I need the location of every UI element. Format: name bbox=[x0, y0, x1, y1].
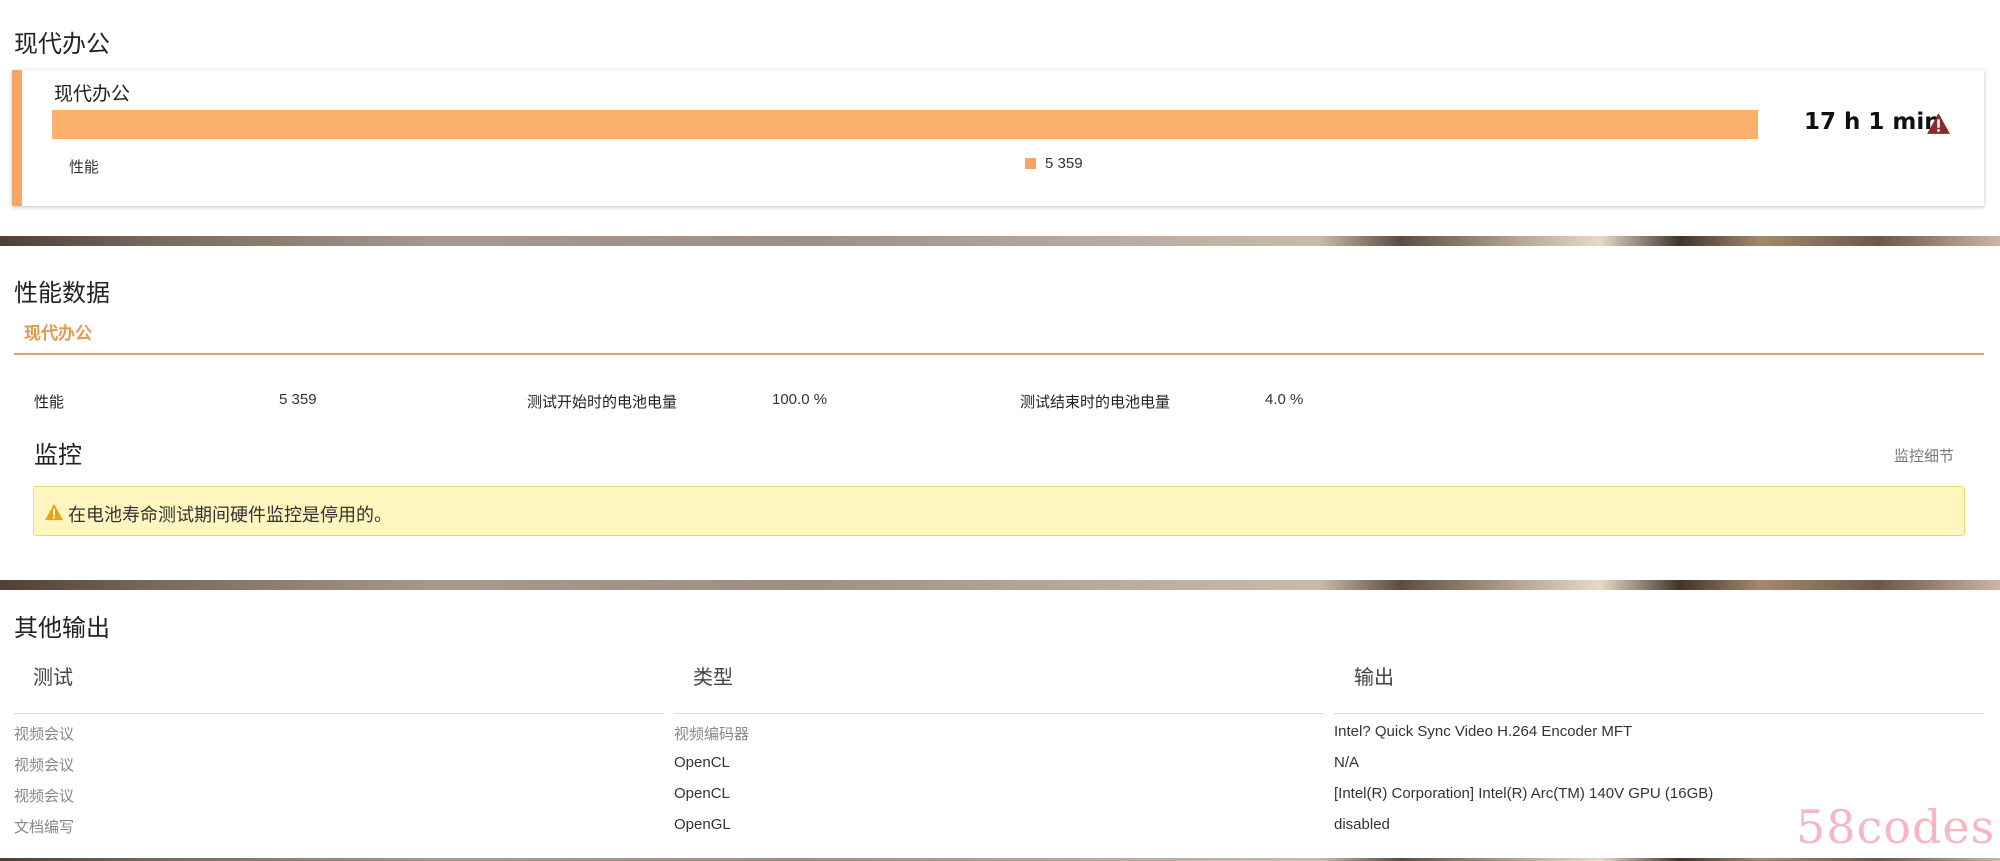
column-header-output[interactable]: 输出 bbox=[1354, 661, 1394, 690]
watermark: 58codes bbox=[1796, 800, 1996, 854]
column-divider bbox=[674, 713, 1324, 714]
column-header-type[interactable]: 类型 bbox=[693, 661, 733, 690]
result-card: 现代办公 17 h 1 min 性能 5 359 bbox=[12, 70, 1984, 206]
performance-data-section: 性能数据 现代办公 性能 5 359 测试开始时的电池电量 100.0 % 测试… bbox=[0, 246, 2000, 580]
stat-label: 性能 bbox=[34, 393, 65, 411]
battery-duration: 17 h 1 min bbox=[1804, 109, 1941, 135]
battery-life-section: 现代办公 现代办公 17 h 1 min 性能 5 359 bbox=[0, 0, 2000, 236]
legend-swatch bbox=[1025, 158, 1036, 169]
table-cell: OpenGL bbox=[674, 816, 731, 833]
battery-life-bar-fill bbox=[52, 110, 1758, 139]
table-cell: [Intel(R) Corporation] Intel(R) Arc(TM) … bbox=[1334, 785, 1714, 802]
stat-label: 测试结束时的电池电量 bbox=[1020, 393, 1171, 411]
section-title: 性能数据 bbox=[14, 279, 110, 307]
table-cell: 视频编码器 bbox=[674, 725, 750, 743]
stat-value: 100.0 % bbox=[772, 391, 828, 408]
column-divider bbox=[14, 713, 664, 714]
legend-value: 5 359 bbox=[1045, 155, 1083, 172]
table-cell: OpenCL bbox=[674, 754, 730, 771]
stat-label: 测试开始时的电池电量 bbox=[527, 393, 678, 411]
monitoring-title: 监控 bbox=[34, 441, 82, 469]
monitoring-disabled-alert: 在电池寿命测试期间硬件监控是停用的。 bbox=[33, 486, 1965, 536]
column-header-test[interactable]: 测试 bbox=[33, 661, 73, 690]
section-title: 其他输出 bbox=[14, 614, 110, 642]
battery-life-bar bbox=[52, 110, 1758, 139]
tab-underline bbox=[14, 353, 1984, 355]
table-cell: disabled bbox=[1334, 816, 1390, 833]
table-cell: Intel? Quick Sync Video H.264 Encoder MF… bbox=[1334, 723, 1633, 740]
tab-modern-office[interactable]: 现代办公 bbox=[24, 319, 92, 344]
stat-value: 4.0 % bbox=[1265, 391, 1304, 408]
section-title: 现代办公 bbox=[14, 30, 110, 58]
table-cell: OpenCL bbox=[674, 785, 730, 802]
other-output-section: 其他输出 测试 类型 输出 视频会议 视频编码器 Intel? Quick Sy… bbox=[0, 590, 2000, 858]
card-title: 现代办公 bbox=[54, 83, 131, 105]
alert-text: 在电池寿命测试期间硬件监控是停用的。 bbox=[68, 505, 392, 526]
background-photo-band bbox=[0, 236, 2000, 246]
column-divider bbox=[1334, 713, 1984, 714]
performance-label: 性能 bbox=[69, 158, 100, 176]
table-cell: N/A bbox=[1334, 754, 1360, 771]
table-cell: 视频会议 bbox=[14, 725, 75, 743]
warning-triangle-icon bbox=[45, 503, 63, 521]
table-cell: 视频会议 bbox=[14, 787, 75, 805]
warning-triangle-icon[interactable] bbox=[1926, 112, 1951, 135]
stat-value: 5 359 bbox=[279, 391, 317, 408]
background-photo-band bbox=[0, 580, 2000, 590]
monitoring-details-link[interactable]: 监控细节 bbox=[1894, 445, 1954, 466]
table-cell: 文档编写 bbox=[14, 818, 75, 836]
table-cell: 视频会议 bbox=[14, 756, 75, 774]
